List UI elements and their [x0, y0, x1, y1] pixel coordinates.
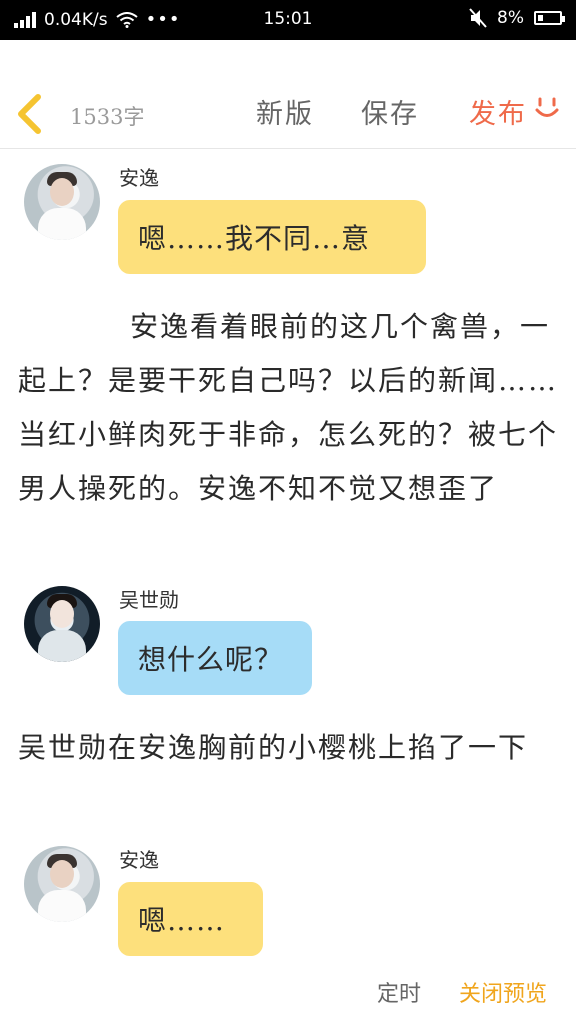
timer-button[interactable]: 定时: [377, 976, 421, 1008]
status-bar: 0.04K/s ••• 15:01 8%: [0, 0, 576, 40]
save-button[interactable]: 保存: [361, 92, 419, 131]
word-count: 1533字: [70, 105, 145, 129]
editor-toolbar: 1533字 新版 保存 发布: [0, 40, 576, 149]
status-right: 8%: [469, 8, 565, 28]
close-preview-button[interactable]: 关闭预览: [459, 976, 547, 1008]
chat-bubble: 想什么呢？: [118, 621, 312, 695]
avatar[interactable]: [24, 586, 100, 662]
avatar[interactable]: [24, 164, 100, 240]
back-chevron-icon[interactable]: [14, 94, 46, 134]
smile-icon[interactable]: [534, 96, 560, 122]
speaker-name: 吴世勋: [119, 588, 179, 612]
chat-bubble: 嗯……我不同…意: [118, 200, 426, 274]
avatar[interactable]: [24, 846, 100, 922]
new-version-button[interactable]: 新版: [256, 92, 314, 131]
speaker-name: 安逸: [119, 848, 159, 872]
battery-icon: [534, 11, 565, 25]
chat-bubble: 嗯……: [118, 882, 263, 956]
speaker-name: 安逸: [119, 166, 159, 190]
mute-icon: [469, 8, 487, 28]
story-paragraph: 吴世勋在安逸胸前的小樱桃上掐了一下: [18, 731, 529, 764]
publish-button[interactable]: 发布: [469, 92, 527, 131]
story-paragraph: 安逸看着眼前的这几个禽兽，一起上？是要干死自己吗？以后的新闻……当红小鲜肉死于非…: [18, 310, 559, 505]
battery-percent: 8%: [497, 8, 524, 28]
